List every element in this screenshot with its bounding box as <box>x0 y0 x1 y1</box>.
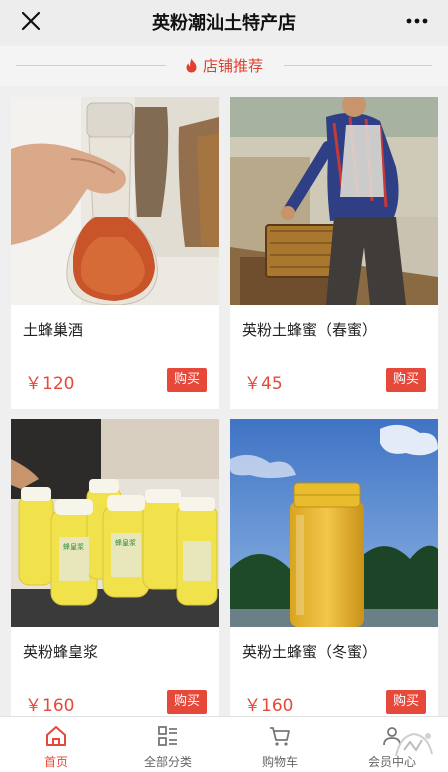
product-price: ￥45 <box>244 374 283 394</box>
page-title: 英粉潮汕土特产店 <box>152 13 296 34</box>
product-card[interactable]: 蜂皇浆 蜂皇浆 英粉蜂皇浆 ￥160 购买 <box>11 419 219 716</box>
section-title: 店铺推荐 <box>202 57 263 75</box>
watermark-logo <box>395 732 433 757</box>
product-name[interactable]: 英粉蜂皇浆 <box>23 641 98 662</box>
product-photo-spring-honey[interactable] <box>230 97 438 305</box>
title-bar: 英粉潮汕土特产店 <box>0 0 448 42</box>
tab-label: 购物车 <box>261 755 298 769</box>
buy-button[interactable]: 购买 <box>167 368 207 392</box>
product-card[interactable]: 英粉土蜂蜜（冬蜜） ￥160 购买 <box>230 419 438 716</box>
tab-label: 全部分类 <box>143 755 192 769</box>
product-card[interactable]: 英粉土蜂蜜（春蜜） ￥45 购买 <box>230 97 438 409</box>
cart-icon <box>270 727 290 746</box>
jar-label-1: 蜂皇浆 <box>63 542 84 551</box>
product-price: ￥120 <box>25 374 75 394</box>
jar-label-2: 蜂皇浆 <box>115 538 136 547</box>
product-card[interactable]: 土蜂巢酒 ￥120 购买 <box>11 97 219 409</box>
tab-cart[interactable]: 购物车 <box>224 717 336 772</box>
product-photo-honeycomb-wine[interactable] <box>11 97 219 305</box>
product-price: ￥160 <box>25 696 75 716</box>
tab-categories[interactable]: 全部分类 <box>112 717 224 772</box>
product-name[interactable]: 英粉土蜂蜜（冬蜜） <box>242 641 377 662</box>
tab-label: 首页 <box>43 755 68 769</box>
more-icon[interactable] <box>406 18 428 24</box>
product-name[interactable]: 土蜂巢酒 <box>23 319 83 340</box>
flame-icon <box>186 58 197 73</box>
bottom-tab-bar: 首页 全部分类 购物车 会员中心 <box>0 716 448 772</box>
tab-home[interactable]: 首页 <box>0 717 112 772</box>
buy-button[interactable]: 购买 <box>386 368 426 392</box>
home-icon <box>46 726 66 746</box>
buy-button[interactable]: 购买 <box>167 690 207 714</box>
product-photo-winter-honey[interactable] <box>230 419 438 627</box>
product-price: ￥160 <box>244 696 294 716</box>
buy-button[interactable]: 购买 <box>386 690 426 714</box>
product-name[interactable]: 英粉土蜂蜜（春蜜） <box>242 319 377 340</box>
section-header: 店铺推荐 <box>0 46 448 86</box>
product-photo-royal-jelly[interactable]: 蜂皇浆 蜂皇浆 <box>11 419 219 627</box>
category-icon <box>158 726 177 746</box>
